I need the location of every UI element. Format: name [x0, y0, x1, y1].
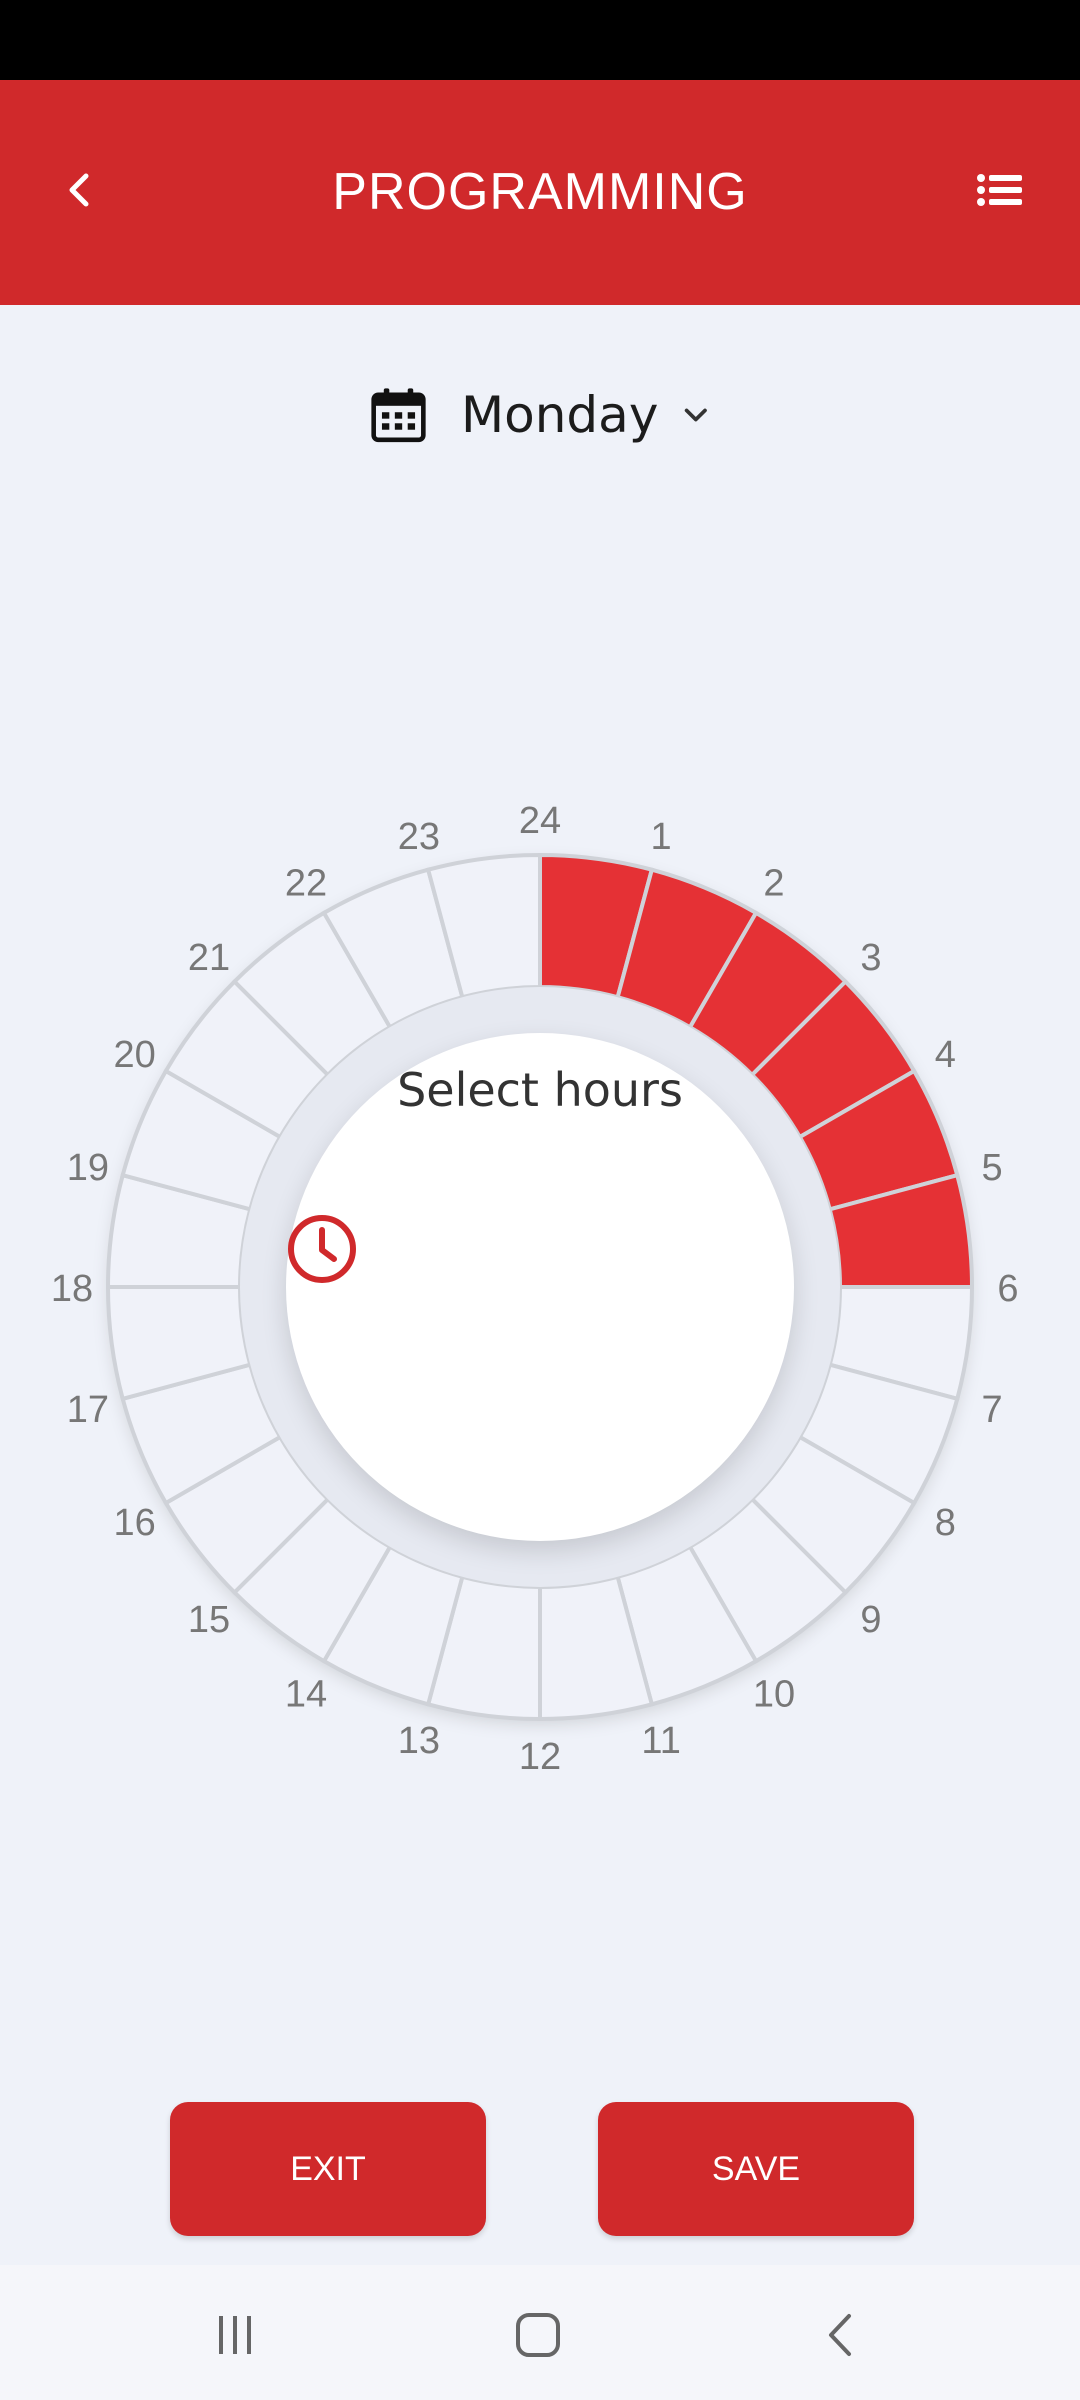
hour-label-16: 16	[114, 1502, 156, 1544]
selected-day: Monday	[461, 386, 659, 444]
home-button[interactable]	[478, 2290, 598, 2380]
hour-label-11: 11	[641, 1720, 680, 1762]
hour-label-10: 10	[753, 1673, 795, 1715]
hour-label-12: 12	[519, 1736, 561, 1778]
hour-label-6: 6	[997, 1268, 1018, 1310]
hour-label-5: 5	[981, 1147, 1002, 1189]
hour-label-21: 21	[188, 937, 230, 979]
back-arrow-icon	[829, 2314, 851, 2356]
hour-label-22: 22	[285, 863, 327, 905]
system-nav-bar	[0, 2265, 1080, 2400]
hour-label-15: 15	[188, 1599, 230, 1641]
list-menu-button[interactable]	[950, 140, 1050, 240]
hour-label-20: 20	[114, 1034, 156, 1076]
hour-label-4: 4	[935, 1034, 956, 1076]
recent-apps-button[interactable]	[175, 2290, 295, 2380]
status-bar	[0, 0, 1080, 80]
hour-label-2: 2	[763, 863, 784, 905]
calendar-icon	[371, 388, 426, 443]
clock-icon	[288, 1215, 356, 1283]
save-button[interactable]: SAVE	[598, 2102, 914, 2236]
hour-label-17: 17	[67, 1389, 109, 1431]
hour-label-19: 19	[67, 1147, 109, 1189]
hour-label-13: 13	[398, 1720, 440, 1762]
day-selector[interactable]: Monday	[370, 370, 710, 460]
hour-label-23: 23	[398, 816, 440, 858]
hour-label-1: 1	[651, 816, 672, 858]
hour-label-9: 9	[860, 1599, 881, 1641]
center-disc: Select hours	[286, 1033, 794, 1541]
center-label: Select hours	[397, 1063, 683, 1117]
recent-apps-icon	[219, 2316, 251, 2354]
chevron-down-icon	[685, 408, 708, 422]
hour-label-3: 3	[860, 937, 881, 979]
hour-dial: 1 2 3 4 5 6 7 8 9 10 11 12 13 14 15 16 17 18 19 20 21 22 23 24 …	[0, 760, 1080, 1810]
exit-button[interactable]: EXIT	[170, 2102, 486, 2236]
hour-label-24: 24	[519, 800, 561, 842]
page-title: PROGRAMMING	[332, 163, 748, 221]
hour-label-7: 7	[981, 1389, 1002, 1431]
hour-label-8: 8	[935, 1502, 956, 1544]
app-bar: PROGRAMMING	[0, 80, 1080, 305]
system-back-button[interactable]	[780, 2290, 900, 2380]
list-icon	[977, 174, 1022, 206]
hour-label-14: 14	[285, 1673, 327, 1715]
hour-label-18: 18	[51, 1268, 93, 1310]
home-icon	[516, 2313, 560, 2357]
